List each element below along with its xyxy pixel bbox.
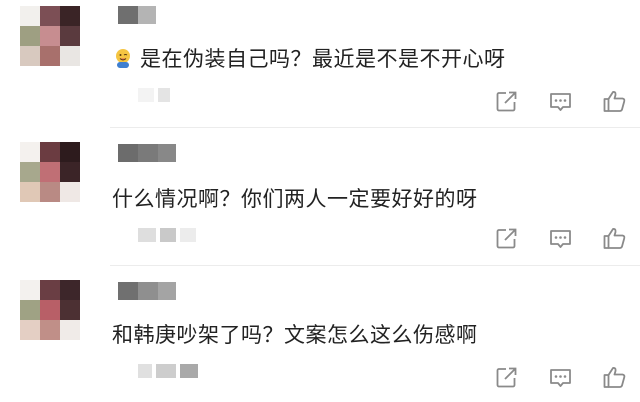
username-block (138, 282, 158, 300)
timestamp-block (156, 364, 176, 378)
avatar-pixel (40, 280, 60, 300)
avatar-pixel (40, 46, 60, 66)
comment-meta (138, 228, 196, 242)
emoji-icon (116, 49, 130, 68)
username-block (158, 144, 176, 162)
avatar[interactable] (20, 280, 80, 340)
avatar-pixel (40, 182, 60, 202)
comment-actions (493, 364, 628, 391)
avatar-pixel (60, 280, 80, 300)
comment-text-label: 和韩庚吵架了吗？文案怎么这么伤感啊 (112, 323, 478, 347)
username[interactable] (118, 144, 176, 162)
avatar-pixel (60, 162, 80, 182)
avatar-pixel (40, 26, 60, 46)
avatar-pixel (60, 46, 80, 66)
avatar-pixel (20, 142, 40, 162)
like-icon[interactable] (601, 88, 628, 115)
avatar-pixel (40, 162, 60, 182)
comment-meta (138, 88, 170, 102)
share-icon[interactable] (493, 364, 520, 391)
comment-actions (493, 225, 628, 252)
username[interactable] (118, 282, 176, 300)
avatar-pixel (60, 300, 80, 320)
comment-text: 是在伪装自己吗？最近是不是不开心呀 (112, 43, 506, 73)
comment-item: 和韩庚吵架了吗？文案怎么这么伤感啊 (0, 266, 640, 402)
avatar-pixel (20, 320, 40, 340)
username-block (118, 144, 138, 162)
avatar[interactable] (20, 6, 80, 66)
username-block (138, 6, 156, 24)
username-block (138, 144, 158, 162)
comment-text-label: 什么情况啊？你们两人一定要好好的呀 (112, 187, 478, 211)
username-block (118, 282, 138, 300)
avatar-pixel (20, 6, 40, 26)
comment-actions (493, 88, 628, 115)
comment-item: 什么情况啊？你们两人一定要好好的呀 (0, 128, 640, 266)
share-icon[interactable] (493, 88, 520, 115)
avatar-pixel (20, 280, 40, 300)
avatar-pixel (40, 300, 60, 320)
like-icon[interactable] (601, 364, 628, 391)
comment-meta (138, 364, 198, 378)
share-icon[interactable] (493, 225, 520, 252)
like-icon[interactable] (601, 225, 628, 252)
avatar[interactable] (20, 142, 80, 202)
comment-text: 什么情况啊？你们两人一定要好好的呀 (112, 183, 478, 213)
username-block (158, 282, 176, 300)
avatar-pixel (20, 162, 40, 182)
avatar-pixel (20, 300, 40, 320)
timestamp-block (180, 364, 198, 378)
timestamp-block (160, 228, 176, 242)
avatar-pixel (20, 46, 40, 66)
timestamp-block (158, 88, 170, 102)
comment-icon[interactable] (547, 225, 574, 252)
avatar-pixel (60, 142, 80, 162)
avatar-pixel (40, 6, 60, 26)
timestamp-block (180, 228, 196, 242)
comment-icon[interactable] (547, 88, 574, 115)
avatar-pixel (40, 320, 60, 340)
avatar-pixel (20, 26, 40, 46)
comment-item: 是在伪装自己吗？最近是不是不开心呀 (0, 0, 640, 128)
comment-text: 和韩庚吵架了吗？文案怎么这么伤感啊 (112, 319, 478, 349)
avatar-pixel (60, 26, 80, 46)
username[interactable] (118, 6, 156, 24)
comment-icon[interactable] (547, 364, 574, 391)
timestamp-block (138, 88, 154, 102)
avatar-pixel (60, 320, 80, 340)
avatar-pixel (40, 142, 60, 162)
timestamp-block (138, 364, 152, 378)
comment-text-label: 是在伪装自己吗？最近是不是不开心呀 (140, 47, 506, 71)
username-block (118, 6, 138, 24)
avatar-pixel (20, 182, 40, 202)
avatar-pixel (60, 182, 80, 202)
timestamp-block (138, 228, 156, 242)
avatar-pixel (60, 6, 80, 26)
